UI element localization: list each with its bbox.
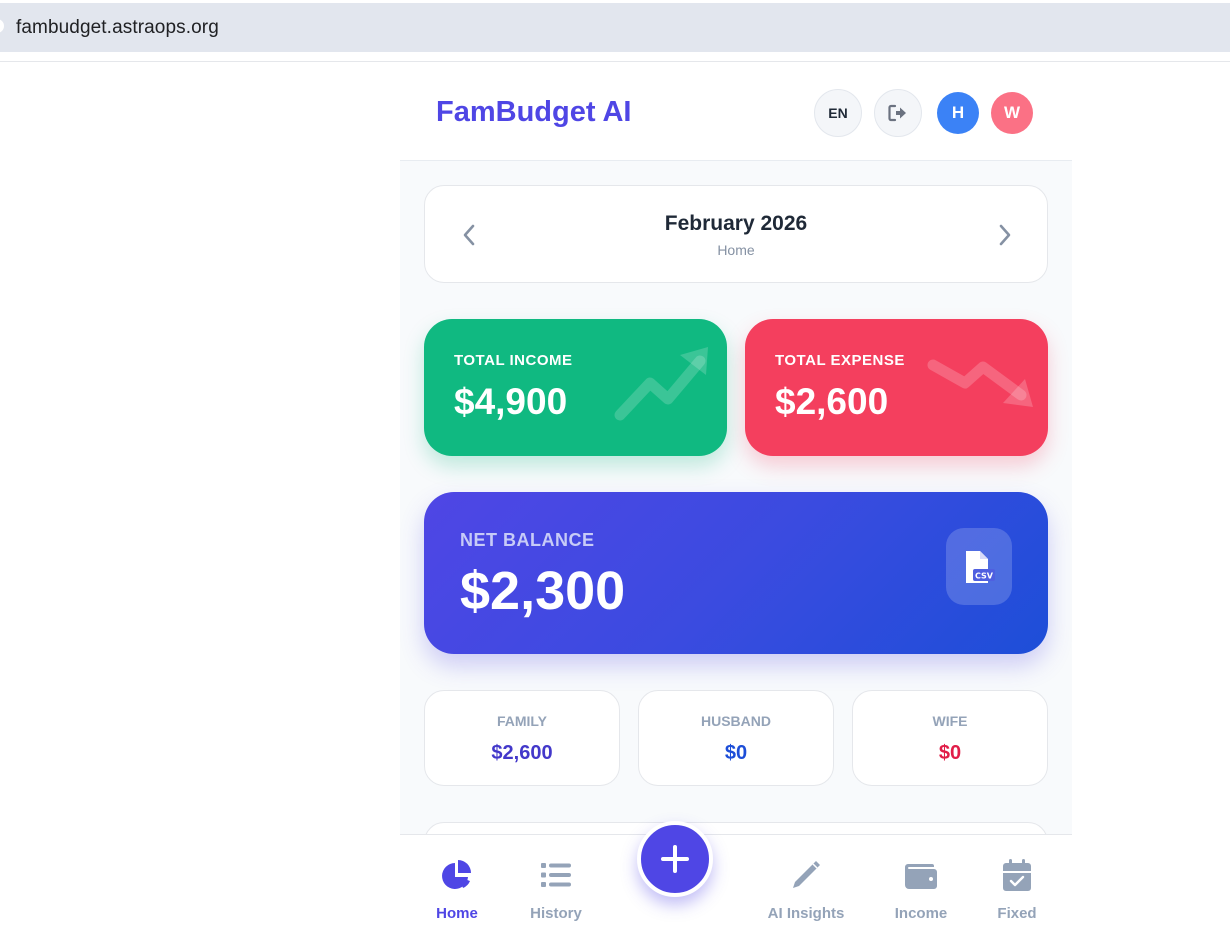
app-header: FamBudget AI EN H W bbox=[400, 63, 1072, 161]
total-expense-card[interactable]: TOTAL EXPENSE $2,600 bbox=[745, 319, 1048, 456]
csv-file-icon: CSV bbox=[966, 550, 995, 583]
net-balance-card: NET BALANCE $2,300 CSV bbox=[424, 492, 1048, 654]
divider bbox=[0, 61, 1230, 62]
add-transaction-button[interactable] bbox=[637, 821, 713, 897]
svg-text:CSV: CSV bbox=[975, 571, 994, 580]
total-income-card[interactable]: TOTAL INCOME $4,900 bbox=[424, 319, 727, 456]
nav-home-label: Home bbox=[436, 905, 478, 922]
month-title: February 2026 bbox=[664, 212, 808, 235]
url-text[interactable]: fambudget.astraops.org bbox=[16, 17, 219, 39]
trend-up-icon bbox=[614, 347, 708, 421]
list-icon bbox=[541, 863, 571, 887]
husband-summary-card[interactable]: HUSBAND $0 bbox=[638, 690, 834, 786]
app-container: FamBudget AI EN H W February 2026 Home T… bbox=[400, 63, 1072, 938]
month-subtitle: Home bbox=[717, 242, 755, 258]
expense-value: $2,600 bbox=[775, 381, 889, 422]
brand-title: FamBudget AI bbox=[436, 96, 632, 128]
nav-fixed-label: Fixed bbox=[997, 905, 1037, 922]
nav-income[interactable]: Income bbox=[871, 835, 971, 938]
wife-label: WIFE bbox=[932, 713, 968, 729]
trend-down-icon bbox=[927, 359, 1033, 407]
plus-icon bbox=[661, 845, 689, 873]
family-label: FAMILY bbox=[496, 713, 548, 729]
language-button[interactable]: EN bbox=[814, 89, 862, 137]
month-selector: February 2026 Home bbox=[424, 185, 1048, 283]
wife-summary-card[interactable]: WIFE $0 bbox=[852, 690, 1048, 786]
nav-home[interactable]: Home bbox=[407, 835, 507, 938]
browser-address-bar[interactable]: fambudget.astraops.org bbox=[0, 3, 1230, 52]
export-csv-button[interactable]: CSV bbox=[946, 528, 1012, 605]
nav-ai-insights[interactable]: AI Insights bbox=[756, 835, 856, 938]
pie-chart-icon bbox=[442, 860, 471, 889]
avatar-wife[interactable]: W bbox=[991, 92, 1033, 134]
income-label: TOTAL INCOME bbox=[454, 352, 573, 369]
pencil-icon bbox=[793, 861, 820, 888]
bottom-navigation: Home History AI Insights Income Fixed bbox=[400, 834, 1072, 938]
logout-button[interactable] bbox=[874, 89, 922, 137]
family-summary-card[interactable]: FAMILY $2,600 bbox=[424, 690, 620, 786]
net-balance-label: NET BALANCE bbox=[460, 530, 595, 550]
net-balance-value: $2,300 bbox=[460, 561, 626, 621]
nav-ai-insights-label: AI Insights bbox=[767, 905, 845, 922]
site-info-icon[interactable] bbox=[0, 19, 4, 33]
avatar-husband[interactable]: H bbox=[937, 92, 979, 134]
next-month-button[interactable] bbox=[995, 222, 1015, 248]
expense-label: TOTAL EXPENSE bbox=[775, 352, 905, 369]
wife-value: $0 bbox=[938, 742, 962, 764]
nav-history[interactable]: History bbox=[506, 835, 606, 938]
nav-income-label: Income bbox=[894, 905, 948, 922]
husband-value: $0 bbox=[724, 742, 748, 764]
family-value: $2,600 bbox=[491, 742, 553, 764]
calendar-check-icon bbox=[1003, 859, 1031, 891]
logout-icon bbox=[888, 104, 906, 122]
income-value: $4,900 bbox=[454, 381, 568, 422]
wallet-icon bbox=[905, 864, 937, 889]
nav-fixed[interactable]: Fixed bbox=[967, 835, 1067, 938]
husband-label: HUSBAND bbox=[701, 713, 771, 729]
nav-history-label: History bbox=[530, 905, 582, 922]
